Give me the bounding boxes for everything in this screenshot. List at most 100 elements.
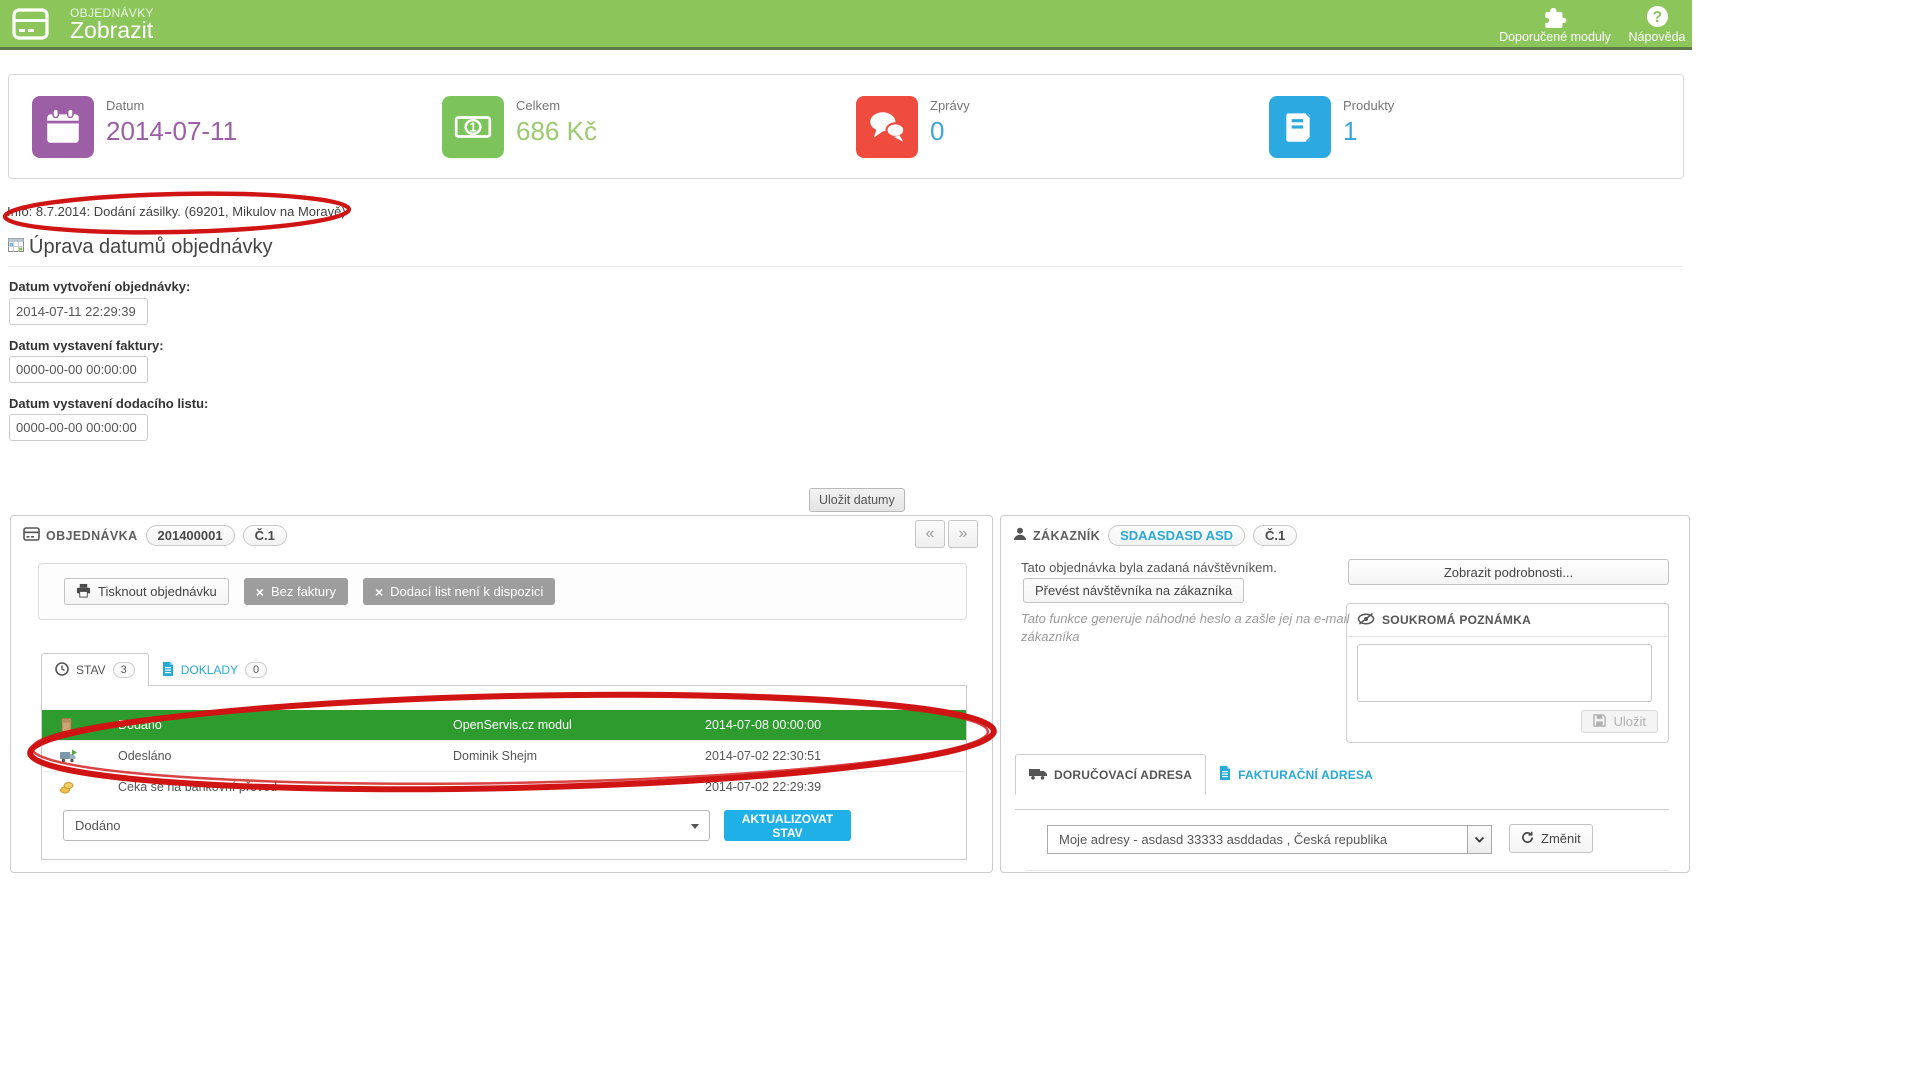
status-name: Čeká se na bankovní převod [118, 780, 453, 794]
no-invoice-button[interactable]: × Bez faktury [244, 578, 348, 605]
kpi-panel: Datum 2014-07-11 1 Celkem 686 Kč Zprávy … [8, 74, 1684, 179]
status-row-awaiting-payment[interactable]: Čeká se na bankovní převod 2014-07-02 22… [42, 771, 966, 802]
eye-slash-icon [1357, 613, 1375, 628]
floppy-icon [1593, 714, 1606, 730]
tabs-divider [1015, 809, 1669, 810]
save-note-button: Uložit [1581, 710, 1658, 733]
carrier-info-line: Info: 8.7.2014: Dodání zásilky. (69201, … [7, 204, 346, 219]
orders-icon [12, 8, 49, 45]
order-created-input[interactable] [9, 298, 148, 325]
customer-panel: ZÁKAZNÍK SDAASDASD ASD Č.1 Tato objednáv… [1000, 515, 1690, 873]
order-panel: OBJEDNÁVKA 201400001 Č.1 « » Tisknout ob… [10, 515, 993, 873]
puzzle-icon [1488, 6, 1622, 28]
previous-icon: « [926, 525, 935, 543]
kpi-label: Zprávy [930, 98, 970, 113]
order-detail-page: OBJEDNÁVKY Zobrazit Doporučené moduly ? … [0, 0, 1920, 1080]
date-section-title: Úprava datumů objednávky [29, 236, 272, 259]
chevron-down-icon [691, 824, 699, 829]
order-actions-well: Tisknout objednávku × Bez faktury × Doda… [38, 563, 967, 620]
previous-order-button[interactable]: « [915, 520, 945, 548]
recommended-modules-label: Doporučené moduly [1488, 30, 1622, 44]
status-date: 2014-07-02 22:29:39 [705, 780, 966, 794]
order-card-icon [23, 527, 40, 544]
order-number-badge: 201400001 [146, 525, 235, 546]
kpi-label: Produkty [1343, 98, 1394, 113]
status-select[interactable]: Dodáno [63, 810, 710, 841]
chevron-down-icon [1467, 826, 1491, 853]
delivery-date-input[interactable] [9, 414, 148, 441]
truck-icon [1029, 767, 1047, 783]
print-order-button[interactable]: Tisknout objednávku [64, 578, 229, 605]
status-count-badge: 3 [113, 662, 135, 678]
package-icon [42, 717, 118, 733]
kpi-value: 0 [930, 116, 970, 147]
svg-text:?: ? [1652, 9, 1661, 26]
save-dates-button[interactable]: Uložit datumy [809, 488, 905, 512]
printer-icon [76, 583, 91, 601]
tab-invoice-address[interactable]: FAKTURAČNÍ ADRESA [1206, 755, 1386, 794]
clock-icon [55, 662, 69, 679]
documents-count-badge: 0 [245, 662, 267, 678]
convert-hint-text: Tato funkce generuje náhodné heslo a zaš… [1021, 610, 1366, 646]
no-delivery-slip-button[interactable]: × Dodací list není k dispozici [363, 578, 555, 605]
recommended-modules-button[interactable]: Doporučené moduly [1488, 6, 1622, 44]
kpi-label: Datum [106, 98, 237, 113]
address-select-value: Moje adresy - asdasd 33333 asddadas , Če… [1059, 832, 1387, 847]
order-created-label: Datum vytvoření objednávky: [9, 279, 190, 294]
banknote-icon: 1 [442, 96, 504, 158]
tab-status[interactable]: STAV 3 [41, 653, 149, 687]
status-row-delivered[interactable]: Dodáno OpenServis.cz modul 2014-07-08 00… [42, 710, 966, 740]
chat-icon [856, 96, 918, 158]
status-tab-content: Dodáno OpenServis.cz modul 2014-07-08 00… [41, 685, 967, 860]
private-note-textarea[interactable] [1357, 644, 1652, 702]
calendar-icon [32, 96, 94, 158]
customer-panel-title: ZÁKAZNÍK [1013, 527, 1100, 544]
kpi-value: 2014-07-11 [106, 116, 237, 147]
help-label: Nápověda [1622, 30, 1692, 44]
status-select-value: Dodáno [75, 818, 121, 833]
status-agent: OpenServis.cz modul [453, 718, 705, 732]
next-order-button[interactable]: » [948, 520, 978, 548]
private-note-panel: SOUKROMÁ POZNÁMKA Uložit [1346, 603, 1669, 743]
divider [8, 266, 1682, 267]
kpi-total: 1 Celkem 686 Kč [442, 96, 597, 158]
status-row-shipped[interactable]: Odesláno Dominik Shejm 2014-07-02 22:30:… [42, 740, 966, 771]
update-status-button[interactable]: AKTUALIZOVAT STAV [724, 810, 851, 841]
kpi-label: Celkem [516, 98, 597, 113]
next-icon: » [959, 525, 968, 543]
status-date: 2014-07-08 00:00:00 [705, 718, 966, 732]
customer-sequence-badge: Č.1 [1253, 525, 1297, 546]
delivery-date-label: Datum vystavení dodacího listu: [9, 396, 208, 411]
guest-order-text: Tato objednávka byla zadaná návštěvníkem… [1021, 560, 1277, 575]
kpi-value: 1 [1343, 116, 1394, 147]
tab-documents[interactable]: DOKLADY 0 [149, 654, 280, 686]
status-history-table: Dodáno OpenServis.cz modul 2014-07-08 00… [42, 710, 966, 802]
person-icon [1013, 527, 1027, 544]
customer-name-badge[interactable]: SDAASDASD ASD [1108, 525, 1245, 546]
divider [1025, 870, 1669, 871]
kpi-messages: Zprávy 0 [856, 96, 970, 158]
order-sequence-badge: Č.1 [243, 525, 287, 546]
book-icon [1269, 96, 1331, 158]
address-select[interactable]: Moje adresy - asdasd 33333 asddadas , Če… [1047, 825, 1492, 854]
help-button[interactable]: ? Nápověda [1622, 6, 1692, 44]
truck-shipped-icon [42, 749, 118, 763]
invoice-date-input[interactable] [9, 356, 148, 383]
svg-text:1: 1 [469, 121, 476, 135]
convert-guest-button[interactable]: Převést návštěvníka na zákazníka [1023, 578, 1244, 603]
help-icon: ? [1622, 6, 1692, 28]
show-details-button[interactable]: Zobrazit podrobnosti... [1348, 559, 1669, 585]
change-address-button[interactable]: Změnit [1509, 824, 1593, 853]
status-agent: Dominik Shejm [453, 749, 705, 763]
status-name: Dodáno [118, 718, 453, 732]
kpi-products: Produkty 1 [1269, 96, 1394, 158]
date-section-heading: Úprava datumů objednávky [8, 236, 272, 259]
private-note-title: SOUKROMÁ POZNÁMKA [1382, 613, 1531, 627]
kpi-value: 686 Kč [516, 116, 597, 147]
x-icon: × [256, 584, 264, 600]
invoice-date-label: Datum vystavení faktury: [9, 338, 164, 353]
page-title: Zobrazit [70, 17, 153, 44]
tab-delivery-address[interactable]: DORUČOVACÍ ADRESA [1015, 754, 1206, 795]
kpi-date: Datum 2014-07-11 [32, 96, 237, 158]
page-header: OBJEDNÁVKY Zobrazit Doporučené moduly ? … [0, 0, 1692, 50]
